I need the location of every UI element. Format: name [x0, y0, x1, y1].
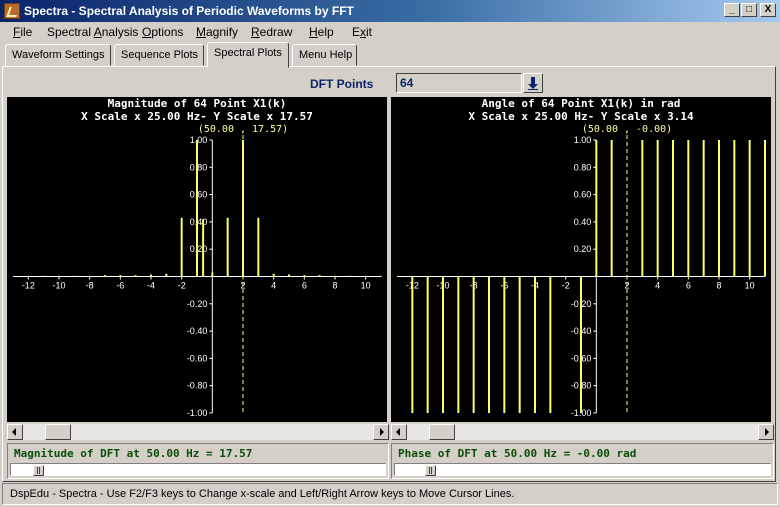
magnitude-plot[interactable]: Magnitude of 64 Point X1(k) X Scale x 25.…: [7, 97, 387, 422]
y-tick-label: 1.00: [574, 135, 592, 145]
angle-plot[interactable]: Angle of 64 Point X1(k) in rad X Scale x …: [391, 97, 771, 422]
tab-sequence-plots[interactable]: Sequence Plots: [114, 44, 204, 66]
download-arrow-icon: [528, 89, 538, 90]
y-tick-label: 1.00: [190, 135, 208, 145]
menu-options[interactable]: Options: [142, 25, 183, 39]
x-tick-label: -2: [562, 281, 570, 291]
spectra-app-icon[interactable]: [4, 3, 20, 19]
y-tick-label: -0.60: [187, 353, 208, 363]
status-bar: DspEdu - Spectra - Use F2/F3 keys to Cha…: [2, 483, 778, 505]
angle-chart: Angle of 64 Point X1(k) in radX Scale x …: [397, 97, 766, 418]
x-tick-label: 10: [745, 281, 755, 291]
slider-thumb[interactable]: [425, 465, 436, 476]
tab-menu-help[interactable]: Menu Help: [292, 44, 357, 66]
x-tick-label: -2: [178, 281, 186, 291]
phase-readout-box: Phase of DFT at 50.00 Hz = -0.00 rad: [391, 443, 774, 479]
y-tick-label: 0.40: [574, 217, 592, 227]
dft-points-dropdown-button[interactable]: [523, 73, 543, 93]
magnitude-readout: Magnitude of DFT at 50.00 Hz = 17.57: [14, 447, 253, 460]
magnitude-readout-box: Magnitude of DFT at 50.00 Hz = 17.57: [7, 443, 389, 479]
magnitude-cursor-slider[interactable]: [10, 463, 386, 476]
y-tick-label: -1.00: [187, 408, 208, 418]
maximize-button[interactable]: □: [741, 3, 757, 17]
x-tick-label: 6: [686, 281, 691, 291]
phase-readout: Phase of DFT at 50.00 Hz = -0.00 rad: [398, 447, 637, 460]
cursor-readout-label: (50.00 , -0.00): [582, 124, 672, 135]
y-tick-label: 0.20: [574, 244, 592, 254]
x-tick-label: 8: [716, 281, 721, 291]
menu-help[interactable]: Help: [309, 25, 334, 39]
chart-title: Angle of 64 Point X1(k) in rad: [482, 97, 681, 110]
dft-points-label: DFT Points: [310, 77, 374, 91]
angle-scrollbar[interactable]: [391, 424, 774, 440]
x-tick-label: -6: [116, 281, 124, 291]
chart-subtitle: X Scale x 25.00 Hz- Y Scale x 17.57: [81, 110, 313, 123]
tab-spectral-plots[interactable]: Spectral Plots: [207, 42, 289, 68]
x-tick-label: -4: [147, 281, 155, 291]
x-tick-label: -10: [52, 281, 65, 291]
menu-magnify[interactable]: Magnify: [196, 25, 238, 39]
scroll-thumb[interactable]: [429, 424, 455, 440]
y-tick-label: -0.80: [187, 381, 208, 391]
menu-bar: File Spectral Analysis Options Magnify R…: [0, 22, 780, 41]
menu-exit[interactable]: Exit: [352, 25, 372, 39]
slider-thumb[interactable]: [33, 465, 44, 476]
menu-file[interactable]: File: [13, 25, 32, 39]
cursor-readout-label: (50.00 , 17.57): [198, 124, 288, 135]
y-tick-label: 0.20: [190, 244, 208, 254]
magnitude-scrollbar[interactable]: [7, 424, 389, 440]
menu-redraw[interactable]: Redraw: [251, 25, 292, 39]
y-tick-label: 0.40: [190, 217, 208, 227]
scroll-right-icon[interactable]: [373, 424, 389, 440]
y-tick-label: 0.80: [574, 162, 592, 172]
title-bar: Spectra - Spectral Analysis of Periodic …: [0, 0, 780, 22]
y-tick-label: -0.40: [187, 326, 208, 336]
chart-subtitle: X Scale x 25.00 Hz- Y Scale x 3.14: [468, 110, 694, 123]
window-title: Spectra - Spectral Analysis of Periodic …: [24, 4, 354, 18]
x-tick-label: 4: [655, 281, 660, 291]
y-tick-label: -0.20: [187, 299, 208, 309]
close-button[interactable]: X: [760, 3, 776, 17]
y-tick-label: 0.60: [190, 190, 208, 200]
status-text: DspEdu - Spectra - Use F2/F3 keys to Cha…: [10, 488, 515, 500]
x-tick-label: 8: [332, 281, 337, 291]
chart-title: Magnitude of 64 Point X1(k): [108, 97, 287, 110]
x-tick-label: -12: [22, 281, 35, 291]
tab-waveform-settings[interactable]: Waveform Settings: [5, 44, 111, 66]
phase-cursor-slider[interactable]: [394, 463, 771, 476]
dft-points-field[interactable]: 64: [396, 73, 522, 93]
y-tick-label: 0.80: [190, 162, 208, 172]
x-tick-label: 6: [302, 281, 307, 291]
magnitude-chart: Magnitude of 64 Point X1(k)X Scale x 25.…: [13, 97, 382, 418]
scroll-right-icon[interactable]: [758, 424, 774, 440]
x-tick-label: -8: [86, 281, 94, 291]
menu-spectral-analysis[interactable]: Spectral Analysis: [47, 25, 138, 39]
scroll-left-icon[interactable]: [391, 424, 407, 440]
scroll-thumb[interactable]: [45, 424, 71, 440]
tab-strip: Waveform Settings Sequence Plots Spectra…: [0, 41, 780, 68]
x-tick-label: 4: [271, 281, 276, 291]
scroll-left-icon[interactable]: [7, 424, 23, 440]
x-tick-label: 10: [361, 281, 371, 291]
y-tick-label: 0.60: [574, 190, 592, 200]
minimize-button[interactable]: _: [724, 3, 740, 17]
